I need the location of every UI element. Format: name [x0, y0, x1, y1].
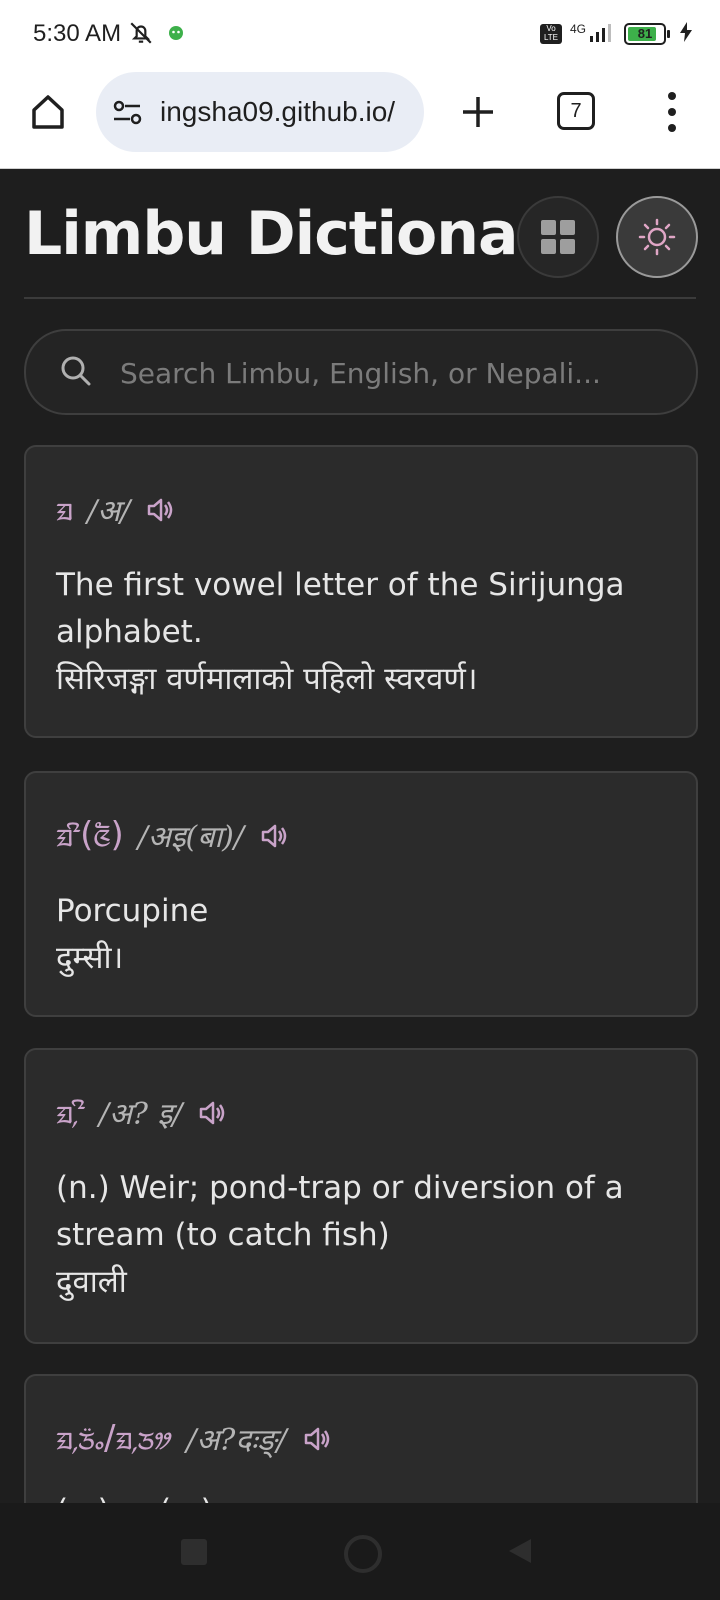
definition-line: The first vowel letter of the Sirijunga [56, 567, 625, 603]
tune-icon[interactable] [112, 98, 144, 132]
home-icon [32, 95, 64, 129]
status-bar: 5:30 AM Vo LTE 4G 81 [0, 0, 720, 68]
speaker-icon[interactable] [196, 1097, 228, 1129]
definition-line: (n.) Weir; pond-trap or diversion of a [56, 1170, 624, 1206]
entry-pronunciation: /अ?दःङ्/ [186, 1423, 287, 1458]
entry-header: ᤀ᤹ᤍ᤺ᤱ/ᤀ᤹ᤍᤤ /अ?दःङ्/ [56, 1418, 333, 1459]
definition-line: सिरिजङ्गा वर्णमालाको पहिलो स्वरवर्ण। [56, 661, 478, 697]
home-nav-button[interactable] [344, 1535, 382, 1573]
bell-off-icon [128, 20, 154, 50]
theme-toggle-button[interactable] [616, 196, 698, 278]
entry-card: ᤀ᤹ᤍ᤺ᤱ/ᤀ᤹ᤍᤤ /अ?दःङ्/ (n.) ... (...) ... [24, 1374, 698, 1503]
status-indicators: Vo LTE 4G 81 [539, 22, 692, 46]
network-label: 4G [569, 22, 586, 36]
entry-card: ᤀ᤹ᤡ /अ? इ/ (n.) Weir; pond-trap or diver… [24, 1048, 698, 1344]
sun-icon [638, 218, 676, 256]
entry-limbu-word: ᤀ᤹ᤡ [56, 1092, 85, 1132]
signal-icon [588, 22, 616, 46]
speaker-icon[interactable] [301, 1423, 333, 1455]
page-content: Limbu Dictionary ᤀ /अ/ [0, 169, 720, 1503]
plus-icon [463, 97, 493, 127]
recents-button[interactable] [181, 1539, 207, 1565]
definition-line: Porcupine [56, 893, 209, 929]
search-input[interactable] [118, 345, 682, 401]
definition-line: alphabet. [56, 614, 203, 650]
entry-definition: Porcupine दुम्सी। [56, 888, 676, 982]
back-triangle-icon [509, 1539, 531, 1563]
entry-card: ᤀ /अ/ The first vowel letter of the Siri… [24, 445, 698, 738]
entry-definition: (n.) Weir; pond-trap or diversion of a s… [56, 1165, 676, 1306]
entry-card: ᤀᤡ(ᤜᤠ) /अइ(बा)/ Porcupine दुम्सी। [24, 771, 698, 1017]
speaker-icon[interactable] [144, 494, 176, 526]
search-box[interactable] [24, 329, 698, 415]
system-nav-bar [0, 1503, 720, 1600]
back-button[interactable] [507, 1537, 535, 1569]
entry-limbu-word: ᤀᤡ(ᤜᤠ) [56, 815, 124, 855]
entry-pronunciation: /अ/ [87, 494, 131, 529]
speaker-icon[interactable] [258, 820, 290, 852]
battery-level: 81 [637, 26, 653, 41]
tab-switcher-button[interactable]: 7 [557, 92, 595, 130]
home-button[interactable] [28, 92, 68, 132]
battery-icon: 81 [624, 23, 670, 45]
entry-header: ᤀ /अ/ [56, 489, 176, 530]
entry-pronunciation: /अइ(बा)/ [137, 820, 244, 855]
entry-limbu-word: ᤀ [56, 489, 74, 529]
definition-line: दुवाली [56, 1264, 127, 1300]
charging-icon [680, 22, 692, 46]
volte-icon: Vo LTE [539, 24, 562, 44]
status-time: 5:30 AM [33, 20, 122, 47]
definition-line: दुम्सी। [56, 940, 124, 976]
entry-header: ᤀ᤹ᤡ /अ? इ/ [56, 1092, 228, 1133]
entry-header: ᤀᤡ(ᤜᤠ) /अइ(बा)/ [56, 815, 290, 856]
grid-view-button[interactable] [517, 196, 599, 278]
entry-definition: (n.) ... (...) ... [56, 1488, 676, 1503]
more-vert-icon[interactable] [662, 90, 682, 134]
app-notification-icon [166, 22, 186, 46]
entry-definition: The first vowel letter of the Sirijunga … [56, 562, 676, 703]
search-icon [58, 353, 94, 393]
header-divider [24, 297, 696, 299]
entry-limbu-word: ᤀ᤹ᤍ᤺ᤱ/ᤀ᤹ᤍᤤ [56, 1418, 173, 1458]
entry-pronunciation: /अ? इ/ [98, 1097, 183, 1132]
new-tab-button[interactable] [458, 92, 498, 132]
grid-icon [541, 220, 575, 254]
definition-line: (n.) ... (...) ... [56, 1488, 676, 1503]
address-bar[interactable]: ingsha09.github.io/ [96, 72, 424, 152]
url-text[interactable]: ingsha09.github.io/ [160, 96, 395, 128]
definition-line: stream (to catch fish) [56, 1217, 390, 1253]
page-title: Limbu Dictionary [24, 199, 585, 269]
browser-toolbar: ingsha09.github.io/ 7 [0, 68, 720, 169]
